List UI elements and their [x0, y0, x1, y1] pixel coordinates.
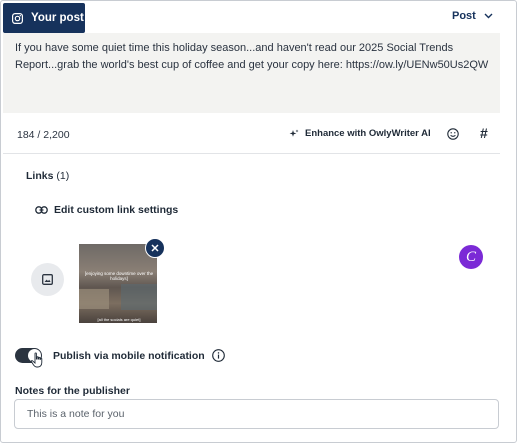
enhance-label: Enhance with OwlyWriter AI: [305, 128, 431, 139]
close-icon: [151, 244, 159, 252]
notes-label: Notes for the publisher: [15, 385, 130, 397]
post-text: If you have some quiet time this holiday…: [15, 42, 489, 71]
add-media-button[interactable]: [31, 263, 64, 296]
character-count: 184 / 2,200: [17, 129, 70, 141]
info-icon[interactable]: [212, 349, 225, 362]
notes-input[interactable]: [14, 399, 499, 429]
thumbnail-caption: [enjoying some downtime over the holiday…: [84, 271, 154, 281]
sparkle-icon: [289, 129, 299, 137]
remove-media-button[interactable]: [145, 238, 165, 258]
edit-link-label: Edit custom link settings: [54, 204, 179, 216]
tab-label: Your post: [31, 12, 84, 24]
tab-your-post[interactable]: Your post: [3, 3, 85, 33]
links-count: (1): [56, 170, 70, 182]
link-icon: [35, 206, 48, 214]
chevron-down-icon: [484, 13, 493, 19]
links-heading: Links (1): [26, 170, 69, 182]
post-type-dropdown[interactable]: Post: [452, 10, 493, 22]
post-text-area[interactable]: If you have some quiet time this holiday…: [3, 33, 500, 113]
links-label: Links: [26, 170, 54, 182]
post-type-label: Post: [452, 10, 476, 22]
instagram-icon: [12, 12, 24, 24]
enhance-owlywriter-button[interactable]: Enhance with OwlyWriter AI: [289, 128, 431, 139]
image-icon: [42, 274, 53, 285]
hashtag-button[interactable]: #: [480, 125, 488, 141]
smiley-icon[interactable]: [447, 128, 459, 140]
thumbnail-subcaption: [all the socials are quiet]: [97, 317, 141, 322]
hand-cursor-icon: [30, 352, 43, 368]
thumbnail-detail: [121, 284, 157, 310]
thumbnail-detail: [79, 289, 109, 309]
avatar[interactable]: C: [459, 245, 483, 269]
publish-mobile-label: Publish via mobile notification: [53, 350, 205, 362]
media-thumbnail[interactable]: [enjoying some downtime over the holiday…: [79, 244, 157, 323]
edit-custom-link-settings[interactable]: Edit custom link settings: [35, 204, 178, 216]
